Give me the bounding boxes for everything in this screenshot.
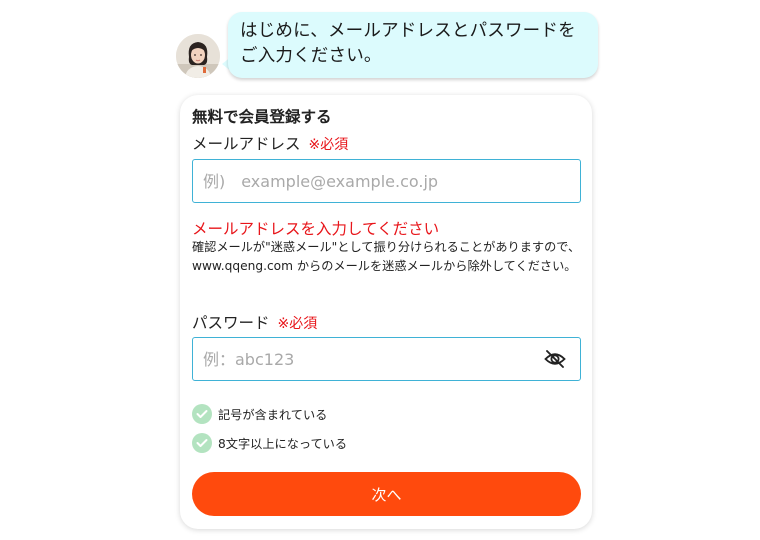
password-required-mark: ※必須 xyxy=(277,316,318,332)
email-required-mark: ※必須 xyxy=(308,137,349,153)
next-button[interactable]: 次へ xyxy=(192,472,581,516)
email-label-row: メールアドレス ※必須 xyxy=(192,132,348,154)
email-label: メールアドレス xyxy=(192,135,301,153)
check-circle-icon xyxy=(192,404,212,424)
requirement-text: 記号が含まれている xyxy=(218,408,328,422)
requirement-length: 8文字以上になっている xyxy=(192,433,347,453)
password-field[interactable] xyxy=(193,338,580,380)
eye-off-icon[interactable] xyxy=(544,349,566,369)
avatar xyxy=(176,34,220,78)
signup-card: 無料で会員登録する メールアドレス ※必須 メールアドレスを入力してください 確認… xyxy=(180,95,592,529)
requirement-symbol: 記号が含まれている xyxy=(192,404,327,424)
email-error-message: メールアドレスを入力してください xyxy=(192,220,440,238)
requirement-text: 8文字以上になっている xyxy=(218,437,348,451)
chat-row: はじめに、メールアドレスとパスワードをご入力ください。 xyxy=(176,12,600,84)
chat-bubble: はじめに、メールアドレスとパスワードをご入力ください。 xyxy=(228,12,598,78)
chat-message: はじめに、メールアドレスとパスワードをご入力ください。 xyxy=(240,21,576,66)
password-field-box xyxy=(192,337,581,381)
email-field[interactable] xyxy=(193,160,580,202)
email-field-box xyxy=(192,159,581,203)
password-label-row: パスワード ※必須 xyxy=(192,311,317,333)
email-note: 確認メールが"迷惑メール"として振り分けられることがありますので、www.qqe… xyxy=(192,240,581,273)
form-title: 無料で会員登録する xyxy=(192,108,332,126)
avatar-portrait-icon xyxy=(176,34,220,78)
password-label: パスワード xyxy=(192,314,270,332)
check-circle-icon xyxy=(192,433,212,453)
